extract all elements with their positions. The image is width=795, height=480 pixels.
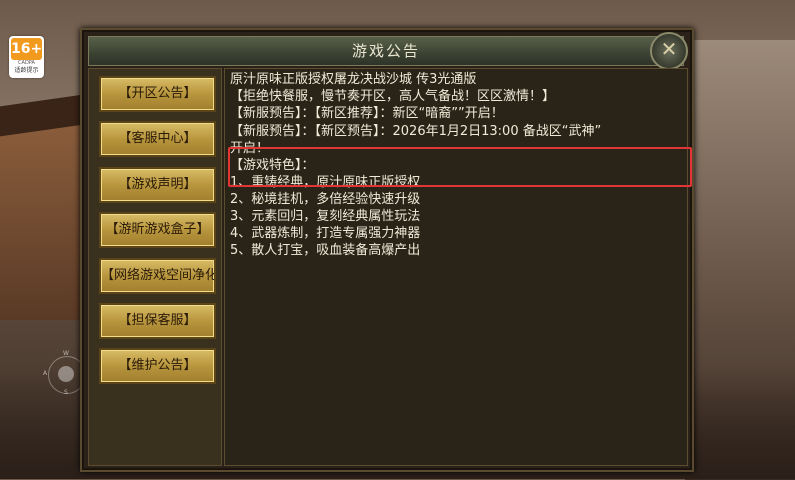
age-rating-tip: 适龄提示 — [14, 67, 39, 74]
panel-header: 游戏公告 — [88, 36, 684, 66]
sidebar-item-server-open-notice[interactable]: 【开区公告】 — [99, 76, 216, 112]
notice-line: 2、秘境挂机，多倍经验快速升级 — [230, 192, 421, 207]
notice-line: 5、散人打宝，吸血装备高爆产出 — [230, 243, 421, 258]
highlight-box — [228, 147, 692, 187]
notice-line: 4、武器炼制，打造专属强力神器 — [230, 226, 421, 241]
sidebar-item-online-space-cleanup[interactable]: 【网络游戏空间净化 — [99, 258, 216, 294]
panel-title: 游戏公告 — [351, 42, 420, 60]
notice-line: 【新服预告】：【新区预告】：2026年1月2日13:00 备战区“武神” — [230, 124, 602, 139]
notice-line: 【拒绝快餐服，慢节奏开区，高人气备战！区区激情！】 — [230, 89, 556, 104]
close-icon: ✕ — [660, 37, 678, 61]
notice-line: 【新服预告】：【新区推荐】：新区“暗裔””开启！ — [230, 106, 504, 121]
notice-line: 3、元素回归，复刻经典属性玩法 — [230, 209, 421, 224]
age-rating-number: 16+ — [11, 38, 42, 60]
sidebar: 【开区公告】 【客服中心】 【游戏声明】 【游昕游戏盒子】 【网络游戏空间净化 … — [88, 68, 222, 466]
sidebar-item-customer-service[interactable]: 【客服中心】 — [99, 121, 216, 157]
joystick-down-label: S — [64, 389, 68, 396]
joystick-knob[interactable] — [58, 366, 74, 382]
notice-line: 原汁原味正版授权屠龙决战沙城 传3光通版 — [230, 72, 477, 87]
sidebar-item-game-statement[interactable]: 【游戏声明】 — [99, 167, 216, 203]
joystick-up-label: W — [63, 350, 69, 357]
sidebar-item-maintenance-notice[interactable]: 【维护公告】 — [99, 348, 216, 384]
sidebar-item-guarantee-service[interactable]: 【担保客服】 — [99, 303, 216, 339]
announcement-panel: 游戏公告 ✕ 【开区公告】 【客服中心】 【游戏声明】 【游昕游戏盒子】 【网络… — [80, 28, 694, 472]
notice-content: 原汁原味正版授权屠龙决战沙城 传3光通版 【拒绝快餐服，慢节奏开区，高人气备战！… — [224, 68, 688, 466]
age-rating-org: CADPA — [18, 60, 35, 66]
age-rating-badge: 16+ CADPA 适龄提示 — [9, 36, 44, 78]
joystick-left-label: A — [43, 370, 48, 377]
close-button[interactable]: ✕ — [650, 32, 688, 70]
sidebar-item-game-box[interactable]: 【游昕游戏盒子】 — [99, 212, 216, 248]
